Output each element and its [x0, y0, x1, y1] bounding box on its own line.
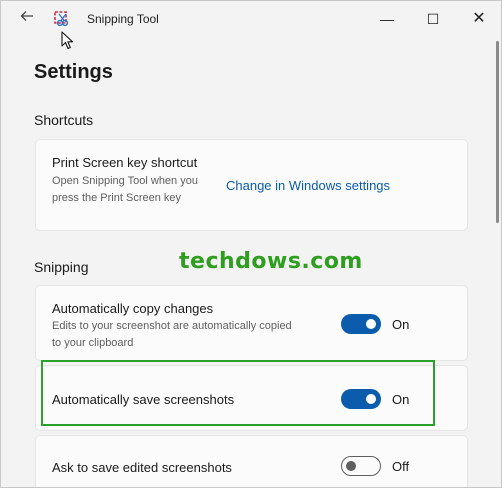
- back-arrow-icon[interactable]: [15, 8, 39, 30]
- section-heading-snipping: Snipping: [34, 259, 89, 275]
- mouse-cursor-icon: [61, 31, 75, 51]
- minimize-button[interactable]: —: [367, 5, 407, 33]
- copy-changes-card: Automatically copy changes Edits to your…: [35, 285, 468, 361]
- highlight-box: [41, 360, 435, 426]
- snipping-tool-icon: [54, 11, 70, 27]
- copy-changes-title: Automatically copy changes: [52, 301, 214, 316]
- close-button[interactable]: ✕: [459, 5, 499, 33]
- print-screen-title: Print Screen key shortcut: [52, 155, 198, 170]
- copy-changes-description: Edits to your screenshot are automatical…: [52, 320, 292, 349]
- ask-save-toggle-state: Off: [392, 459, 410, 474]
- print-screen-description: Open Snipping Tool when you press the Pr…: [52, 175, 198, 204]
- ask-save-title: Ask to save edited screenshots: [52, 460, 232, 475]
- copy-changes-toggle[interactable]: [341, 314, 381, 334]
- maximize-button[interactable]: ☐: [413, 5, 453, 33]
- change-in-windows-settings-link[interactable]: Change in Windows settings: [226, 178, 390, 193]
- toggle-knob: [346, 461, 356, 471]
- ask-save-toggle[interactable]: [341, 456, 381, 476]
- snipping-tool-window: Snipping Tool — ☐ ✕ Settings Shortcuts P…: [0, 0, 502, 488]
- vertical-scrollbar[interactable]: [496, 41, 499, 223]
- page-title: Settings: [34, 61, 113, 83]
- watermark-text: techdows.com: [179, 249, 363, 274]
- copy-changes-toggle-state: On: [392, 317, 410, 332]
- title-bar: Snipping Tool — ☐ ✕: [1, 1, 501, 37]
- window-title: Snipping Tool: [87, 12, 159, 26]
- section-heading-shortcuts: Shortcuts: [34, 112, 94, 128]
- ask-save-card: Ask to save edited screenshots Off: [35, 435, 468, 487]
- print-screen-shortcut-card: Print Screen key shortcut Open Snipping …: [35, 139, 468, 231]
- toggle-knob: [366, 319, 376, 329]
